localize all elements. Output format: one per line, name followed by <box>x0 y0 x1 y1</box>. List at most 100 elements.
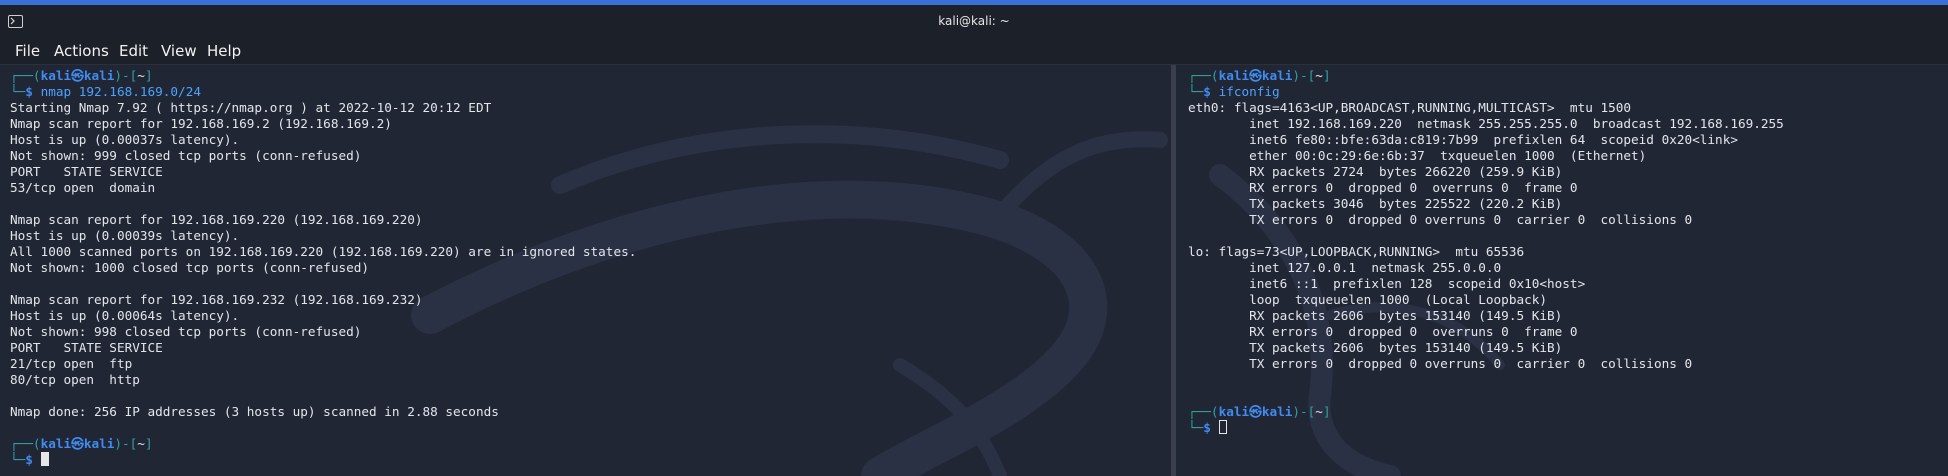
output-line: Not shown: 998 closed tcp ports (conn-re… <box>10 324 362 339</box>
output-line: Not shown: 1000 closed tcp ports (conn-r… <box>10 260 370 275</box>
output-line: TX errors 0 dropped 0 overruns 0 carrier… <box>1188 212 1693 227</box>
prompt-path: ~ <box>1315 404 1323 419</box>
output-line: All 1000 scanned ports on 192.168.169.22… <box>10 244 637 259</box>
prompt-frame: )-[ <box>1292 404 1316 419</box>
prompt-path: ~ <box>137 436 145 451</box>
prompt-path: ~ <box>137 68 145 83</box>
prompt-frame: )-[ <box>1292 68 1316 83</box>
prompt-frame: ┌──( <box>1188 404 1219 419</box>
output-line: Nmap done: 256 IP addresses (3 hosts up)… <box>10 404 499 419</box>
prompt-frame: ┌──( <box>10 436 41 451</box>
prompt-dollar: $ <box>25 452 41 467</box>
prompt-corner: └─ <box>10 84 26 99</box>
output-line: Not shown: 999 closed tcp ports (conn-re… <box>10 148 362 163</box>
menu-edit[interactable]: Edit <box>119 41 148 61</box>
prompt-frame: ┌──( <box>1188 68 1219 83</box>
command-text: ifconfig <box>1218 84 1280 99</box>
prompt-frame: ] <box>1322 404 1331 419</box>
output-line: Starting Nmap 7.92 ( https://nmap.org ) … <box>10 100 492 115</box>
output-line: PORT STATE SERVICE <box>10 340 163 355</box>
prompt-frame: ] <box>144 68 153 83</box>
output-line: Host is up (0.00037s latency). <box>10 132 240 147</box>
output-line: RX packets 2606 bytes 153140 (149.5 KiB) <box>1188 308 1563 323</box>
output-line: loop txqueuelen 1000 (Local Loopback) <box>1188 292 1548 307</box>
output-line: 53/tcp open domain <box>10 180 156 195</box>
prompt-host: kali <box>83 436 115 451</box>
right-terminal-pane[interactable]: ┌──(kali㉿kali)-[~] └─$ ifconfig eth0: flag… <box>1188 68 1948 476</box>
prompt-at: ㉿ <box>71 68 84 83</box>
prompt-frame: )-[ <box>114 436 138 451</box>
prompt-host: kali <box>83 68 115 83</box>
output-line: TX errors 0 dropped 0 overruns 0 carrier… <box>1188 356 1693 371</box>
output-line: Nmap scan report for 192.168.169.220 (19… <box>10 212 423 227</box>
prompt-at: ㉿ <box>1249 404 1262 419</box>
prompt-frame: ┌──( <box>10 68 41 83</box>
output-line: RX packets 2724 bytes 266220 (259.9 KiB) <box>1188 164 1563 179</box>
prompt-at: ㉿ <box>71 436 84 451</box>
output-line: eth0: flags=4163<UP,BROADCAST,RUNNING,MU… <box>1188 100 1632 115</box>
prompt-user: kali <box>40 436 72 451</box>
prompt-host: kali <box>1261 68 1293 83</box>
prompt-frame: ] <box>1322 68 1331 83</box>
output-line: Nmap scan report for 192.168.169.232 (19… <box>10 292 423 307</box>
menu-bar: File Actions Edit View Help <box>0 39 1948 65</box>
output-line: ether 00:0c:29:6e:6b:37 txqueuelen 1000 … <box>1188 148 1647 163</box>
output-line: inet6 fe80::bfe:63da:c819:7b99 prefixlen… <box>1188 132 1738 147</box>
output-line: inet6 ::1 prefixlen 128 scopeid 0x10<hos… <box>1188 276 1586 291</box>
prompt-line: ┌──(kali㉿kali)-[~] <box>10 436 1170 452</box>
output-line: RX errors 0 dropped 0 overruns 0 frame 0 <box>1188 324 1578 339</box>
text-cursor <box>1218 420 1227 434</box>
prompt-at: ㉿ <box>1249 68 1262 83</box>
prompt-corner: └─ <box>1188 84 1204 99</box>
terminal-area: ┌──(kali㉿kali)-[~] └─$ nmap 192.168.169.0… <box>0 65 1948 476</box>
output-line: PORT STATE SERVICE <box>10 164 163 179</box>
prompt-dollar: $ <box>1203 420 1219 435</box>
output-line: Host is up (0.00064s latency). <box>10 308 240 323</box>
text-cursor <box>40 452 49 466</box>
menu-file[interactable]: File <box>15 41 40 61</box>
command-line: └─$ ifconfig <box>1188 84 1948 100</box>
prompt-user: kali <box>1218 68 1250 83</box>
prompt-line: ┌──(kali㉿kali)-[~] <box>1188 404 1948 420</box>
pane-splitter[interactable] <box>1171 65 1176 476</box>
output-line: Host is up (0.00039s latency). <box>10 228 240 243</box>
prompt-corner: └─ <box>10 452 26 467</box>
output-line: Nmap scan report for 192.168.169.2 (192.… <box>10 116 392 131</box>
command-text: nmap 192.168.169.0/24 <box>40 84 201 99</box>
menu-actions[interactable]: Actions <box>54 41 109 61</box>
prompt-user: kali <box>40 68 72 83</box>
menu-help[interactable]: Help <box>207 41 241 61</box>
output-line: RX errors 0 dropped 0 overruns 0 frame 0 <box>1188 180 1578 195</box>
output-line: inet 127.0.0.1 netmask 255.0.0.0 <box>1188 260 1502 275</box>
prompt-user: kali <box>1218 404 1250 419</box>
prompt-line: ┌──(kali㉿kali)-[~] <box>10 68 1170 84</box>
prompt-dollar: $ <box>1203 84 1219 99</box>
output-line: 21/tcp open ftp <box>10 356 133 371</box>
output-line: lo: flags=73<UP,LOOPBACK,RUNNING> mtu 65… <box>1188 244 1525 259</box>
output-line: TX packets 3046 bytes 225522 (220.2 KiB) <box>1188 196 1563 211</box>
prompt-frame: ] <box>144 436 153 451</box>
command-line: └─$ <box>1188 420 1948 436</box>
prompt-path: ~ <box>1315 68 1323 83</box>
output-line: TX packets 2606 bytes 153140 (149.5 KiB) <box>1188 340 1563 355</box>
output-line: 80/tcp open http <box>10 372 140 387</box>
left-terminal-pane[interactable]: ┌──(kali㉿kali)-[~] └─$ nmap 192.168.169.0… <box>10 68 1170 476</box>
menu-view[interactable]: View <box>161 41 197 61</box>
prompt-dollar: $ <box>25 84 41 99</box>
prompt-frame: )-[ <box>114 68 138 83</box>
command-line: └─$ nmap 192.168.169.0/24 <box>10 84 1170 100</box>
prompt-line: ┌──(kali㉿kali)-[~] <box>1188 68 1948 84</box>
prompt-corner: └─ <box>1188 420 1204 435</box>
prompt-host: kali <box>1261 404 1293 419</box>
window-titlebar[interactable]: kali@kali: ~ <box>0 5 1948 39</box>
window-title: kali@kali: ~ <box>938 14 1010 28</box>
command-line: └─$ <box>10 452 1170 468</box>
output-line: inet 192.168.169.220 netmask 255.255.255… <box>1188 116 1784 131</box>
